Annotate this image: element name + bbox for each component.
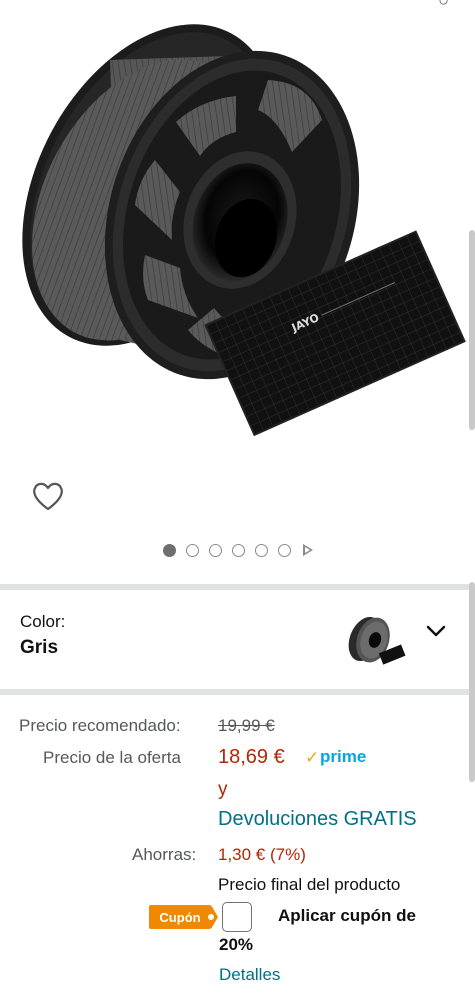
video-play-icon[interactable] — [302, 544, 313, 556]
final-price-note: Precio final del producto — [218, 875, 401, 894]
savings-label: Ahorras: — [132, 845, 197, 864]
scrollbar-thumb[interactable] — [469, 582, 475, 782]
coupon-checkbox[interactable] — [222, 902, 252, 932]
scrollbar-thumb[interactable] — [469, 230, 475, 430]
coupon-details-link[interactable]: Detalles — [219, 965, 280, 985]
color-selector[interactable]: Color: Gris — [0, 592, 475, 690]
carousel-dot[interactable] — [208, 543, 222, 557]
section-divider — [0, 689, 475, 695]
free-returns-link[interactable]: Devoluciones GRATIS — [218, 808, 417, 831]
carousel-dot[interactable] — [277, 543, 291, 557]
coupon-discount: 20% — [219, 935, 254, 954]
apply-coupon-label[interactable]: Aplicar cupón de — [278, 906, 416, 926]
color-thumbnail-image — [348, 616, 406, 665]
and-connector: y — [218, 779, 228, 800]
carousel-dot-active[interactable] — [162, 543, 176, 557]
carousel-dot[interactable] — [185, 543, 199, 557]
carousel-dot[interactable] — [231, 543, 245, 557]
recommended-price-value: 19,99 € — [218, 716, 275, 735]
wishlist-heart-icon[interactable] — [31, 480, 65, 512]
prime-check-icon: ✓ — [305, 748, 320, 767]
prime-badge: prime — [320, 747, 367, 766]
coupon-badge: Cupón — [149, 905, 218, 929]
section-divider — [0, 584, 475, 590]
offer-price-label: Precio de la oferta — [43, 748, 181, 767]
color-value: Gris — [20, 637, 59, 658]
product-image[interactable]: JAYO ○ — [0, 0, 475, 470]
chevron-down-icon[interactable] — [425, 623, 447, 639]
color-label: Color: — [20, 612, 66, 631]
offer-price-value: 18,69 € — [218, 746, 285, 768]
recommended-price-label: Precio recomendado: — [19, 716, 181, 735]
carousel-dot[interactable] — [254, 543, 268, 557]
savings-value: 1,30 € (7%) — [218, 845, 306, 864]
share-icon[interactable]: ○ — [438, 0, 449, 11]
image-carousel-indicator — [0, 541, 475, 559]
filament-spool-image: JAYO — [22, 24, 466, 437]
